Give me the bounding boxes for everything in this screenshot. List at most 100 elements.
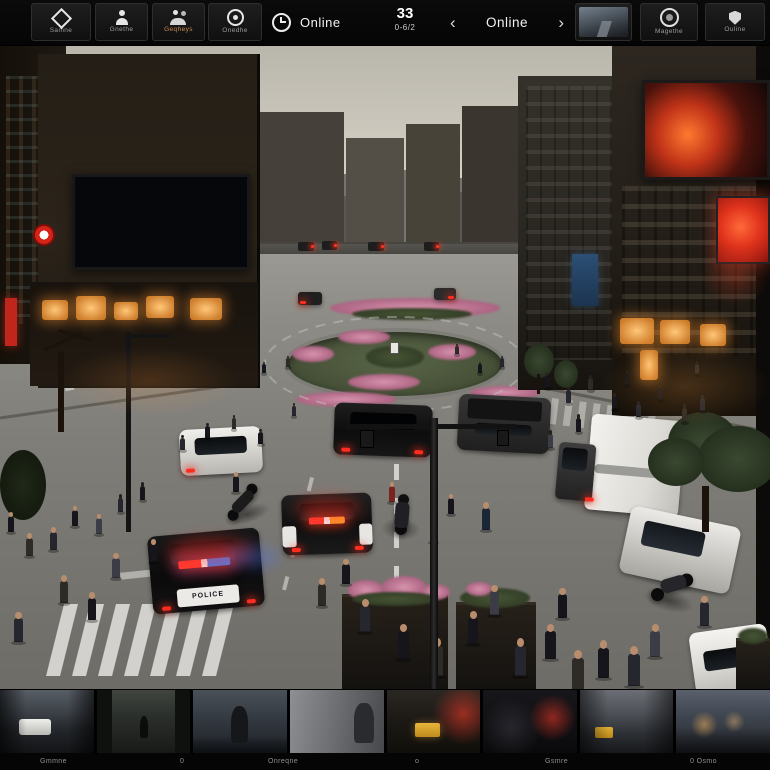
pedestrian [262, 364, 266, 373]
pedestrian [205, 426, 210, 438]
pedestrian [482, 508, 490, 530]
pedestrian [150, 544, 157, 562]
pedestrian [286, 358, 290, 367]
pedestrian [572, 658, 584, 689]
pedestrian [558, 594, 567, 618]
pedestrian [398, 631, 409, 659]
pedestrian [695, 364, 699, 374]
pedestrian [625, 374, 629, 385]
pedestrian [60, 581, 68, 603]
bottom-label: Onreqne [268, 758, 298, 765]
pedestrian [140, 486, 145, 500]
pedestrian [389, 486, 395, 502]
hud-tile-label: Gnethe [110, 27, 134, 34]
pedestrian [566, 390, 571, 403]
pedestrian [700, 398, 705, 411]
pedestrian [342, 564, 350, 584]
thumbnail-8[interactable] [676, 689, 770, 753]
pedestrian [8, 516, 14, 532]
pedestrian [50, 532, 57, 550]
pedestrian [72, 510, 78, 526]
person-icon [115, 10, 129, 25]
pedestrian [548, 434, 553, 448]
signal-pole [430, 418, 438, 689]
target-icon [227, 9, 244, 26]
thumbnail-2[interactable] [97, 689, 191, 753]
hud-tile-label: Ouline [724, 27, 745, 34]
pedestrian [576, 418, 581, 432]
hud-tile-emblem[interactable]: Samne [31, 3, 91, 41]
top-hud-bar: Samne Gnethe Geqheys Onedhe Online 33 0-… [0, 0, 770, 46]
thumbnail-4[interactable] [290, 689, 384, 753]
thumbnail-strip [0, 689, 770, 753]
thumbnail-6[interactable] [483, 689, 577, 753]
hud-tile-label: Magethe [655, 29, 683, 36]
game-window: Samne Gnethe Geqheys Onedhe Online 33 0-… [0, 0, 770, 770]
pedestrian [468, 618, 478, 644]
pedestrian [612, 396, 617, 409]
hud-tile-objective[interactable]: Onedhe [208, 3, 262, 41]
hud-tile-map-preview[interactable] [575, 3, 632, 41]
pedestrian [292, 406, 296, 416]
pedestrian [628, 654, 640, 686]
player-counter: 33 0-6/2 [383, 6, 427, 32]
player-counter-sub: 0-6/2 [383, 23, 427, 32]
thumbnail-1[interactable] [0, 689, 94, 753]
pedestrian [700, 602, 709, 626]
hud-tile-crew[interactable]: Geqheys [152, 3, 205, 41]
session-status[interactable]: Online [272, 0, 341, 45]
lamp-pole [126, 332, 131, 532]
pedestrian [96, 518, 102, 534]
hud-tile-radar[interactable]: Magethe [640, 3, 698, 41]
map-preview-image [579, 7, 628, 37]
thumbnail-3[interactable] [193, 689, 287, 753]
player-counter-value: 33 [383, 6, 427, 23]
pedestrian [650, 631, 660, 657]
pedestrian [478, 364, 482, 373]
diamond-icon [50, 8, 71, 29]
pedestrian [88, 598, 96, 620]
pedestrian [14, 618, 23, 642]
pedestrian [26, 538, 33, 556]
bottom-label: o [415, 758, 419, 765]
next-arrow-button[interactable]: › [554, 14, 568, 31]
session-status-label: Online [300, 15, 341, 30]
pedestrian [360, 606, 370, 632]
hud-tile-character[interactable]: Gnethe [95, 3, 148, 41]
lamp-arm [126, 334, 170, 338]
thumbnail-7[interactable] [580, 689, 674, 753]
pedestrian [233, 476, 239, 492]
pedestrian [318, 584, 326, 606]
pedestrian [588, 378, 593, 390]
traffic-signal [360, 430, 374, 448]
pedestrian [455, 346, 459, 354]
pedestrian [112, 558, 120, 578]
game-viewport[interactable]: POLICE [0, 46, 770, 689]
thumbnail-5[interactable] [387, 689, 481, 753]
pedestrian [682, 408, 687, 422]
bottom-label: 0 [180, 758, 184, 765]
hud-tile-label: Geqheys [164, 27, 193, 34]
traffic-signal [497, 430, 509, 446]
hud-tile-shield[interactable]: Ouline [705, 3, 765, 41]
pedestrian [500, 358, 504, 367]
pedestrian [258, 432, 263, 444]
clock-icon [272, 13, 291, 32]
hud-tile-label: Onedhe [222, 28, 248, 35]
pedestrian [118, 498, 123, 512]
mode-selector-label: Online [486, 15, 528, 30]
pedestrians-layer [0, 46, 770, 689]
pedestrian [658, 388, 663, 400]
bottom-label-bar: Gmmne 0 Onreqne o Gsmre 0 Osmo [0, 753, 770, 770]
bottom-label: Gsmre [545, 758, 568, 765]
people-icon [170, 10, 188, 25]
pedestrian [232, 418, 236, 429]
pedestrian [545, 631, 556, 659]
bottom-label: Gmmne [40, 758, 67, 765]
shield-icon [729, 11, 741, 25]
pedestrian [515, 646, 526, 676]
pedestrian [448, 498, 454, 514]
pedestrian [180, 438, 185, 450]
pedestrian [636, 404, 641, 417]
prev-arrow-button[interactable]: ‹ [446, 14, 460, 31]
